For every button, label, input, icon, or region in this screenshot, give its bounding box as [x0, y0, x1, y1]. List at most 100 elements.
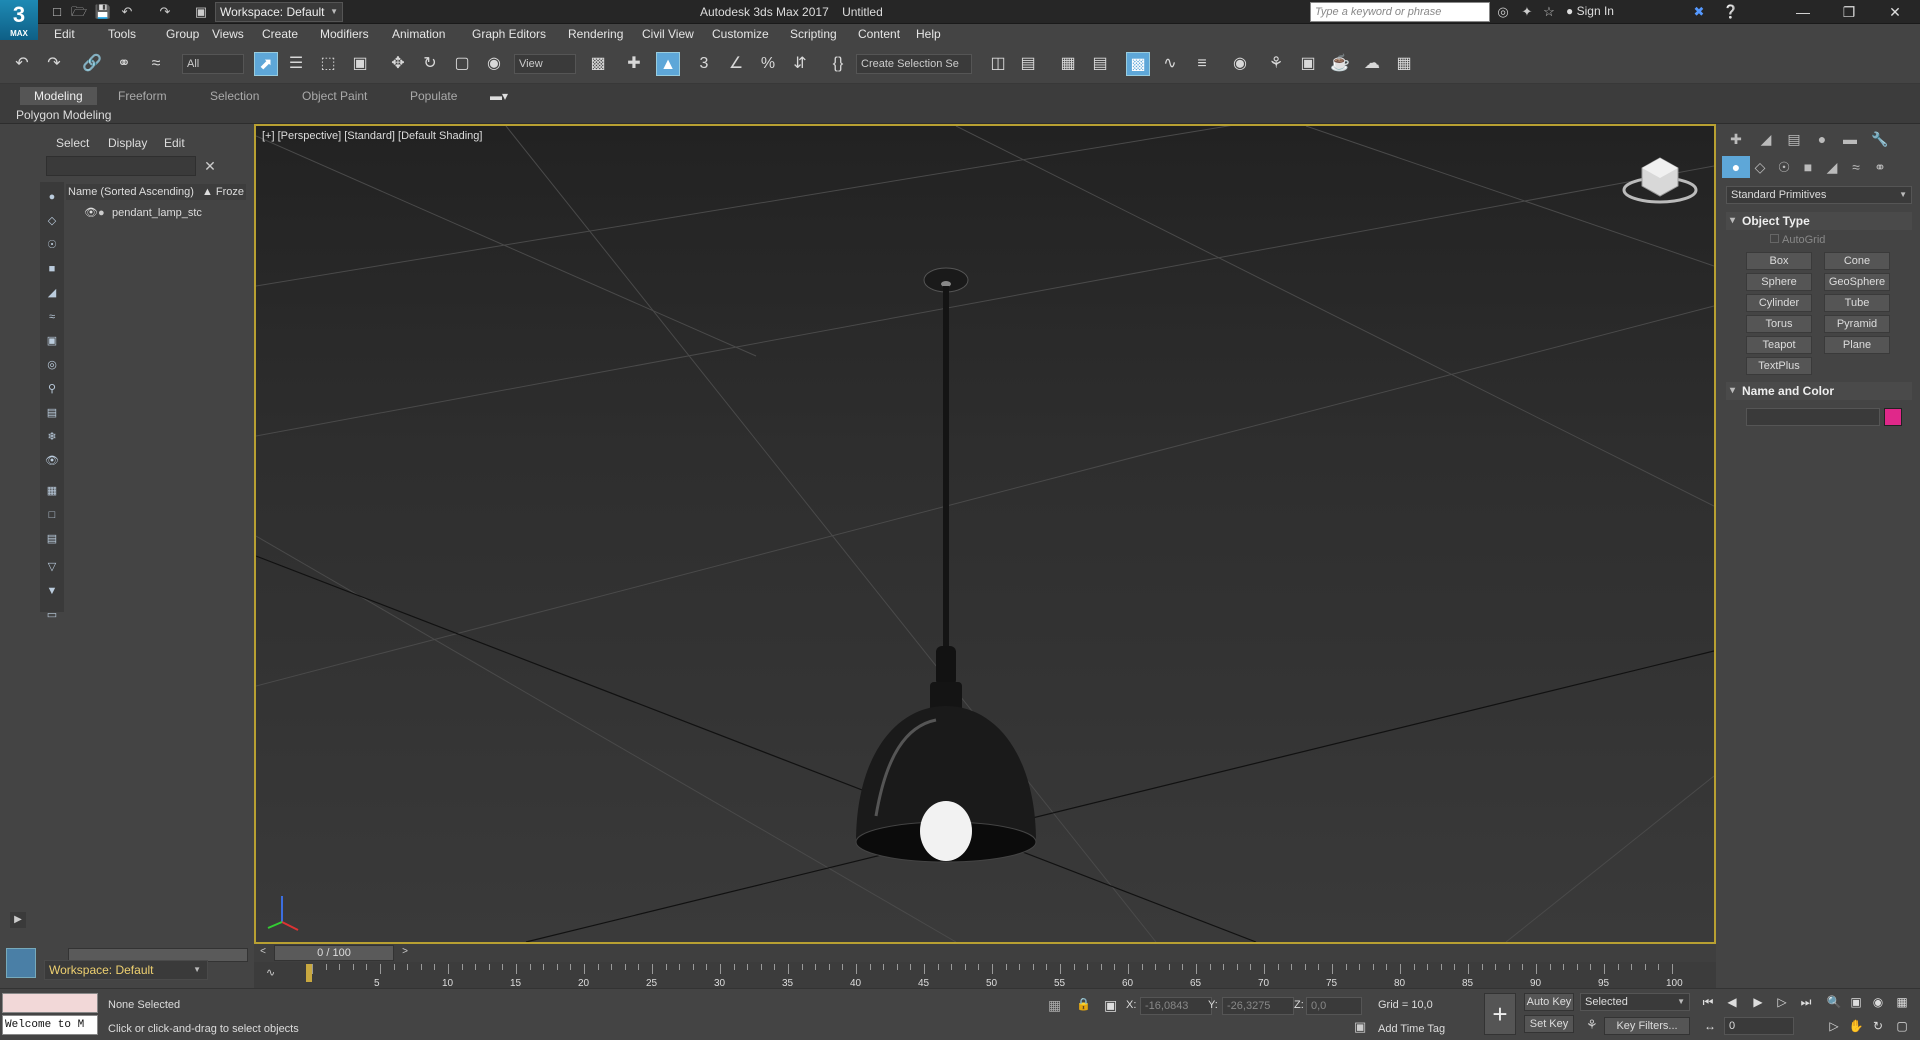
- maximize-viewport-icon[interactable]: ▢: [1892, 1017, 1912, 1035]
- time-slider-left-arrow[interactable]: <: [256, 946, 270, 960]
- menu-content[interactable]: Content: [858, 26, 900, 42]
- hierarchy-tab-icon[interactable]: ▤: [1780, 128, 1808, 150]
- list-item[interactable]: 👁 ● pendant_lamp_stc: [66, 204, 246, 222]
- menu-tools[interactable]: Tools: [108, 26, 136, 42]
- menu-graph-editors[interactable]: Graph Editors: [472, 26, 546, 42]
- menu-views[interactable]: Views: [212, 26, 244, 42]
- add-time-tag[interactable]: Add Time Tag: [1378, 1023, 1445, 1035]
- sign-in-link[interactable]: ● Sign In: [1566, 4, 1614, 18]
- link-icon[interactable]: 🔗: [80, 52, 104, 76]
- create-tab-icon[interactable]: ✚: [1722, 128, 1750, 150]
- tab-populate[interactable]: Populate: [410, 87, 457, 105]
- x-coord-field[interactable]: -16,0843: [1140, 997, 1212, 1015]
- time-slider-right-arrow[interactable]: >: [398, 946, 412, 960]
- undo-icon[interactable]: ↶: [118, 3, 136, 21]
- select-object-icon[interactable]: ⬈: [254, 52, 278, 76]
- app-logo[interactable]: 3 MAX: [0, 0, 38, 40]
- select-by-name-icon[interactable]: ☰: [284, 52, 308, 76]
- minimize-icon[interactable]: —: [1780, 0, 1826, 24]
- box-button[interactable]: Box: [1746, 252, 1812, 270]
- utilities-tab-icon[interactable]: 🔧: [1866, 128, 1894, 150]
- favorites-star-icon[interactable]: ☆: [1540, 3, 1558, 21]
- maxscript-listener-field[interactable]: [2, 993, 98, 1013]
- workspace-selector[interactable]: Workspace: Default ▼: [44, 960, 208, 980]
- pivot-center-icon[interactable]: ▩: [586, 52, 610, 76]
- pendant-lamp-model[interactable]: [855, 267, 1037, 863]
- viewcube-icon[interactable]: [1620, 150, 1700, 210]
- scene-explorer-edit-menu[interactable]: Edit: [164, 134, 185, 152]
- expand-arrow-icon[interactable]: ▶: [10, 912, 26, 928]
- menu-edit[interactable]: Edit: [54, 26, 75, 42]
- object-type-rollout[interactable]: Object Type: [1726, 212, 1912, 230]
- object-name-field[interactable]: [1746, 408, 1880, 426]
- display-geometry-icon[interactable]: ●: [43, 188, 61, 206]
- scene-explorer-search-input[interactable]: [46, 156, 196, 176]
- sphere-button[interactable]: Sphere: [1746, 273, 1812, 291]
- tab-object-paint[interactable]: Object Paint: [302, 87, 367, 105]
- keyboard-shortcut-override-icon[interactable]: ▲: [656, 52, 680, 76]
- textplus-button[interactable]: TextPlus: [1746, 357, 1812, 375]
- pyramid-button[interactable]: Pyramid: [1824, 315, 1890, 333]
- layer-icon[interactable]: ▭: [43, 606, 61, 624]
- selection-lock-icon[interactable]: 🔒: [1076, 997, 1091, 1011]
- go-to-end-icon[interactable]: ⏭: [1796, 993, 1816, 1011]
- time-slider-thumb[interactable]: 0 / 100: [274, 945, 394, 961]
- scene-explorer-display-menu[interactable]: Display: [108, 134, 147, 152]
- menu-civil-view[interactable]: Civil View: [642, 26, 694, 42]
- tab-selection[interactable]: Selection: [210, 87, 259, 105]
- next-frame-icon[interactable]: ▷: [1772, 993, 1792, 1011]
- orbit-icon[interactable]: ↻: [1868, 1017, 1888, 1035]
- previous-frame-icon[interactable]: ◀: [1722, 993, 1742, 1011]
- render-setup-icon[interactable]: ⚘: [1264, 52, 1288, 76]
- absolute-mode-icon[interactable]: ▣: [1104, 997, 1117, 1014]
- key-filters-button[interactable]: Key Filters...: [1604, 1017, 1690, 1035]
- edit-named-selection-icon[interactable]: {}: [826, 52, 850, 76]
- display-helpers-icon[interactable]: ◢: [43, 284, 61, 302]
- z-coord-field[interactable]: 0,0: [1306, 997, 1362, 1015]
- help-search-input[interactable]: Type a keyword or phrase: [1310, 2, 1490, 22]
- torus-button[interactable]: Torus: [1746, 315, 1812, 333]
- motion-tab-icon[interactable]: ●: [1808, 128, 1836, 150]
- new-file-icon[interactable]: □: [48, 3, 66, 21]
- viewport-label-menu[interactable]: [+] [Perspective] [Standard] [Default Sh…: [262, 130, 482, 142]
- select-manipulate-icon[interactable]: ✚: [622, 52, 646, 76]
- systems-category-icon[interactable]: ⚭: [1866, 156, 1894, 178]
- workspace-dropdown[interactable]: Workspace: Default ▼: [215, 2, 343, 22]
- undo-icon[interactable]: ↶: [10, 52, 34, 76]
- render-environment-icon[interactable]: ▦: [1392, 52, 1416, 76]
- teapot-button[interactable]: Teapot: [1746, 336, 1812, 354]
- communication-icon[interactable]: ✦: [1518, 3, 1536, 21]
- named-selection-set-dropdown[interactable]: Create Selection Se: [856, 54, 972, 74]
- display-shapes-icon[interactable]: ◇: [43, 212, 61, 230]
- display-frozen-icon[interactable]: ❄: [43, 428, 61, 446]
- key-mode-toggle-icon[interactable]: ↔: [1700, 1017, 1720, 1035]
- scene-explorer-column-header[interactable]: Name (Sorted Ascending) ▲ Froze: [66, 184, 246, 200]
- perspective-viewport[interactable]: [+] [Perspective] [Standard] [Default Sh…: [254, 124, 1716, 944]
- zoom-extents-all-icon[interactable]: ▦: [1892, 993, 1912, 1011]
- spinner-snap-icon[interactable]: ⇵: [788, 52, 812, 76]
- play-icon[interactable]: ▶: [1748, 993, 1768, 1011]
- zoom-icon[interactable]: 🔍: [1824, 993, 1844, 1011]
- project-folder-icon[interactable]: ▣: [192, 3, 210, 21]
- ribbon-options-icon[interactable]: ▬▾: [490, 87, 508, 105]
- pan-icon[interactable]: ✋: [1846, 1017, 1866, 1035]
- schematic-view-icon[interactable]: ≡: [1190, 52, 1214, 76]
- clear-search-icon[interactable]: ✕: [200, 156, 220, 176]
- percent-snap-icon[interactable]: %: [756, 52, 780, 76]
- tab-freeform[interactable]: Freeform: [118, 87, 167, 105]
- layer-explorer-icon[interactable]: ▤: [1088, 52, 1112, 76]
- funnel-icon[interactable]: ▼: [43, 582, 61, 600]
- scale-icon[interactable]: ▢: [450, 52, 474, 76]
- curve-editor-mini-icon[interactable]: ∿: [266, 966, 275, 979]
- viewport-layout-icon[interactable]: [6, 948, 36, 978]
- visibility-eye-icon[interactable]: 👁: [84, 204, 98, 222]
- window-crossing-icon[interactable]: ▣: [348, 52, 372, 76]
- menu-rendering[interactable]: Rendering: [568, 26, 623, 42]
- scene-explorer-select-menu[interactable]: Select: [56, 134, 89, 152]
- curve-editor-icon[interactable]: ∿: [1158, 52, 1182, 76]
- display-all-icon[interactable]: ▦: [43, 482, 61, 500]
- snaps-toggle-icon[interactable]: 3: [692, 52, 716, 76]
- display-groups-icon[interactable]: ▣: [43, 332, 61, 350]
- zoom-extents-icon[interactable]: ◉: [1868, 993, 1888, 1011]
- name-and-color-rollout[interactable]: Name and Color: [1726, 382, 1912, 400]
